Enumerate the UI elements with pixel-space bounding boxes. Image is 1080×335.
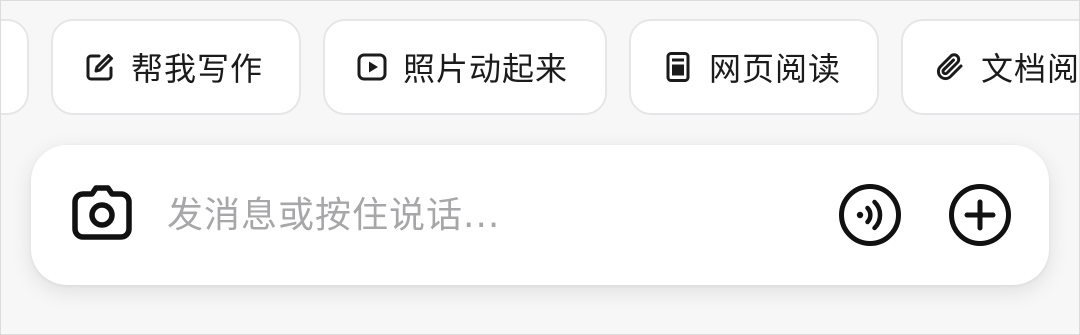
- suggestion-chip-row: 帮我写作 照片动起来 网页阅读 文档阅: [1, 19, 1080, 115]
- voice-wave-icon[interactable]: [837, 182, 903, 248]
- paperclip-icon: [933, 50, 967, 84]
- suggestion-chip-label: 帮我写作: [131, 50, 264, 88]
- app-frame: 帮我写作 照片动起来 网页阅读 文档阅 发消息或按住说话...: [0, 0, 1080, 335]
- suggestion-chip-write[interactable]: 帮我写作: [51, 19, 301, 115]
- suggestion-chip-label: 文档阅读: [981, 50, 1080, 88]
- document-icon: [661, 50, 695, 84]
- suggestion-chip-label: 网页阅读: [709, 50, 842, 88]
- message-input[interactable]: [165, 193, 837, 237]
- suggestion-chip-animate-photo[interactable]: 照片动起来: [323, 19, 607, 115]
- message-composer: [31, 145, 1049, 285]
- suggestion-chip-partial[interactable]: [1, 19, 29, 115]
- suggestion-chip-web-reading[interactable]: 网页阅读: [629, 19, 879, 115]
- suggestion-chip-doc-reading[interactable]: 文档阅读: [901, 19, 1080, 115]
- edit-icon: [83, 50, 117, 84]
- plus-icon[interactable]: [947, 182, 1013, 248]
- camera-icon[interactable]: [69, 182, 135, 248]
- suggestion-chip-label: 照片动起来: [403, 50, 569, 88]
- play-icon: [355, 50, 389, 84]
